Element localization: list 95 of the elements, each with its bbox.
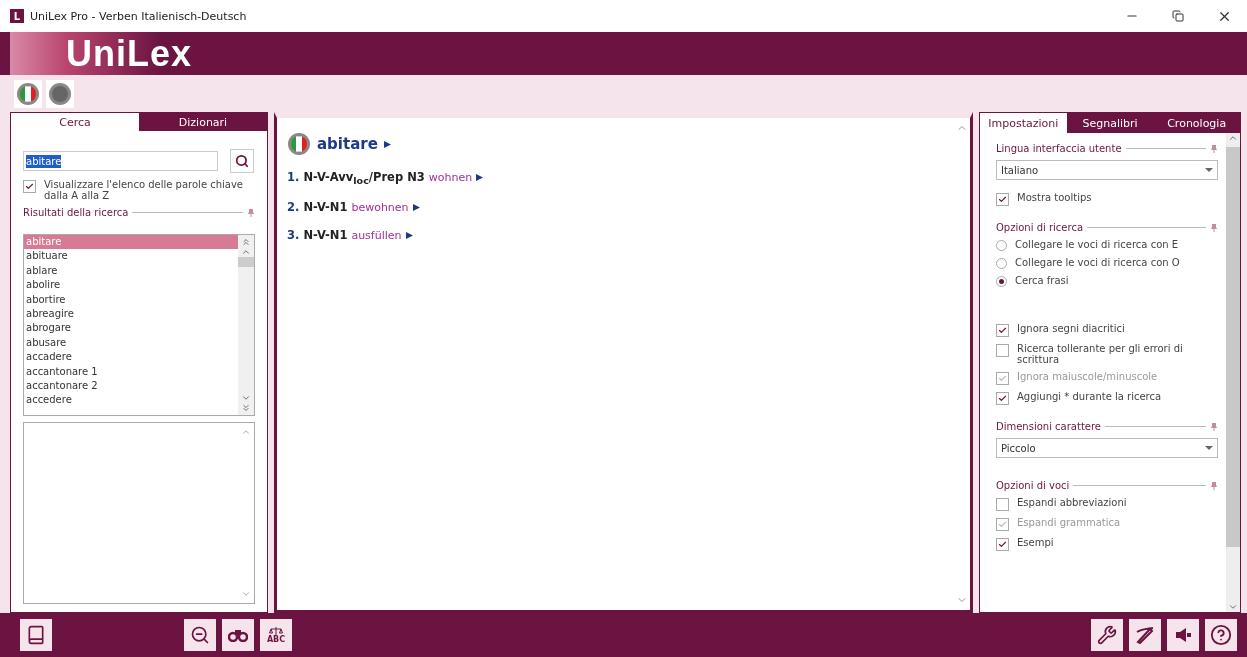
pen-icon bbox=[1135, 625, 1155, 645]
speaker-icon bbox=[1173, 625, 1193, 645]
play-icon[interactable] bbox=[412, 204, 420, 212]
tab[interactable]: Cerca bbox=[11, 113, 139, 131]
italian-button[interactable] bbox=[14, 79, 42, 108]
speaker-button[interactable] bbox=[1167, 619, 1199, 651]
checkbox-option[interactable]: Mostra tooltips bbox=[996, 192, 1218, 206]
help-icon bbox=[1210, 624, 1232, 646]
radio-label: Collegare le voci di ricerca con O bbox=[1015, 257, 1180, 268]
result-item[interactable]: abreagire bbox=[24, 306, 238, 322]
wrench-icon bbox=[1097, 625, 1117, 645]
book-button[interactable] bbox=[20, 619, 52, 651]
sense-number: 1. bbox=[287, 170, 300, 184]
sense-number: 2. bbox=[287, 200, 300, 215]
check-icon bbox=[998, 195, 1007, 204]
pin-icon[interactable] bbox=[1210, 223, 1218, 232]
result-item[interactable]: abusare bbox=[24, 335, 238, 351]
search-field[interactable]: abitare bbox=[23, 151, 218, 171]
section-title: Risultati della ricerca bbox=[23, 207, 129, 218]
check-icon bbox=[25, 182, 34, 191]
sense-pattern: N-V-Avv$_{loc}$/Prep N3 bbox=[303, 170, 425, 187]
play-icon[interactable] bbox=[476, 174, 484, 181]
result-item[interactable]: abituare bbox=[24, 249, 238, 264]
scroll-top-icon[interactable] bbox=[241, 237, 251, 247]
checkbox-option[interactable]: Visualizzare l'elenco delle parole chiave dalla A alla Z bbox=[23, 179, 255, 201]
check-icon bbox=[998, 326, 1007, 335]
radio-option[interactable]: Collegare le voci di ricerca con O bbox=[996, 257, 1218, 269]
zoom-out-icon bbox=[190, 625, 210, 645]
sense-number: 3. bbox=[287, 228, 300, 243]
tab[interactable]: Impostazioni bbox=[980, 113, 1067, 133]
app-icon: L bbox=[10, 9, 24, 23]
check-icon bbox=[998, 540, 1007, 549]
italy-flag-icon bbox=[287, 132, 311, 156]
result-item[interactable]: accantonare 2 bbox=[24, 378, 238, 394]
pin-icon[interactable] bbox=[1210, 422, 1218, 431]
play-icon[interactable] bbox=[405, 232, 413, 240]
book-icon bbox=[26, 625, 46, 645]
sense-pattern: N-V-N1 bbox=[303, 228, 348, 243]
section-title: Opzioni di ricerca bbox=[996, 222, 1084, 233]
sense-pattern: N-V-N1 bbox=[303, 200, 348, 215]
translation-link[interactable]: wohnen bbox=[428, 171, 473, 184]
restore-icon bbox=[1172, 10, 1184, 22]
pen-button[interactable] bbox=[1129, 619, 1161, 651]
scroll-down-icon[interactable] bbox=[241, 589, 251, 599]
check-icon bbox=[998, 374, 1007, 383]
scroll-up-icon[interactable] bbox=[1228, 133, 1238, 143]
pin-icon[interactable] bbox=[1210, 144, 1218, 153]
scales-icon bbox=[269, 626, 283, 636]
settings-button[interactable] bbox=[1091, 619, 1123, 651]
search-button[interactable] bbox=[230, 149, 254, 173]
section-title: Lingua interfaccia utente bbox=[996, 143, 1122, 154]
check-icon bbox=[998, 394, 1007, 403]
binoculars-icon bbox=[228, 628, 248, 642]
checkbox-option[interactable]: Ricerca tollerante per gli errori di scrittura bbox=[996, 343, 1218, 365]
scroll-down-icon[interactable] bbox=[241, 393, 251, 403]
scroll-up-icon[interactable] bbox=[241, 247, 251, 257]
pin-icon[interactable] bbox=[247, 208, 255, 217]
section-title: Opzioni di voci bbox=[996, 480, 1070, 491]
scroll-bottom-icon[interactable] bbox=[241, 403, 251, 413]
italy-flag-icon bbox=[16, 81, 40, 106]
window-title: UniLex Pro - Verben Italienisch-Deutsch bbox=[30, 9, 248, 23]
check-icon bbox=[998, 520, 1007, 529]
checkbox-option[interactable]: Esempi bbox=[996, 537, 1218, 551]
section-title: Dimensioni carattere bbox=[996, 421, 1101, 432]
result-item[interactable]: abortire bbox=[24, 292, 238, 307]
result-item[interactable]: abolire bbox=[24, 278, 238, 293]
binoculars-button[interactable] bbox=[222, 619, 254, 651]
play-icon[interactable] bbox=[383, 140, 391, 148]
checkbox-option[interactable]: Ignora segni diacritici bbox=[996, 323, 1218, 337]
caret-icon bbox=[1205, 446, 1213, 450]
result-item[interactable]: accedere bbox=[24, 393, 238, 408]
checkbox-option[interactable]: Aggiungi * durante la ricerca bbox=[996, 391, 1218, 405]
translation-link[interactable]: bewohnen bbox=[351, 201, 409, 215]
help-button[interactable] bbox=[1205, 619, 1237, 651]
dropdown[interactable]: Piccolo bbox=[996, 438, 1218, 458]
result-item[interactable]: accantonare 1 bbox=[24, 364, 238, 379]
result-item[interactable]: ablare bbox=[24, 263, 238, 279]
radio-label: Cerca frasi bbox=[1015, 275, 1069, 286]
translation-link[interactable]: ausfüllen bbox=[351, 229, 402, 243]
scroll-down-icon[interactable] bbox=[1228, 602, 1238, 612]
zoom-out-button[interactable] bbox=[184, 619, 216, 651]
caret-icon bbox=[1205, 168, 1213, 172]
radio-label: Collegare le voci di ricerca con E bbox=[1015, 239, 1179, 250]
radio-option[interactable]: Cerca frasi bbox=[996, 275, 1218, 287]
result-item[interactable]: abrogare bbox=[24, 321, 238, 336]
radio-option[interactable]: Collegare le voci di ricerca con E bbox=[996, 239, 1218, 251]
pin-icon[interactable] bbox=[1210, 481, 1218, 490]
dropdown[interactable]: Italiano bbox=[996, 160, 1218, 180]
scroll-up-icon[interactable] bbox=[241, 427, 251, 437]
results-list[interactable]: abitare abituare ablare abolire abortire abreagire abrogare abusare accadere accantonare 1 accantonare 2 accedere bbox=[23, 234, 255, 416]
result-item[interactable]: accadere bbox=[24, 350, 238, 365]
checkbox-option[interactable]: Espandi abbreviazioni bbox=[996, 497, 1218, 511]
search-icon bbox=[235, 154, 249, 168]
headword: abitare bbox=[317, 135, 378, 153]
spellcheck-button[interactable]: ABC bbox=[260, 619, 292, 651]
